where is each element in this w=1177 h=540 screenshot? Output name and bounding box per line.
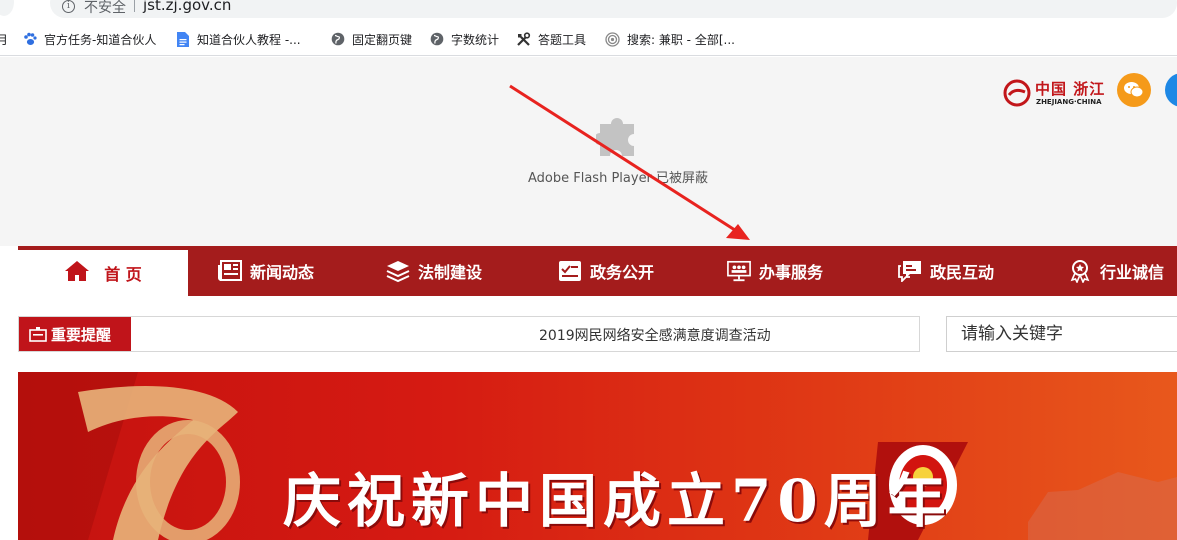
main-nav: 首 页 新闻动态 法制建设 政务公开 办事服务 政民互动 行业诚信: [18, 246, 1177, 296]
globe-icon: [330, 32, 345, 47]
notice-icon: [29, 326, 47, 342]
search-input[interactable]: [947, 317, 1177, 351]
notice-tag: 重要提醒: [19, 317, 131, 351]
zhejiang-logo[interactable]: 中国 浙江 ZHEJIANG·CHINA: [1000, 75, 1110, 111]
nav-home[interactable]: 首 页: [18, 250, 188, 296]
nav-item-services[interactable]: 办事服务: [727, 246, 823, 296]
home-icon: [64, 260, 90, 286]
important-notice: 重要提醒 2019网民网络安全感满意度调查活动: [18, 316, 920, 352]
weibo-icon[interactable]: [1165, 73, 1177, 107]
people-screen-icon: [727, 259, 751, 283]
newspaper-icon: [218, 259, 242, 283]
wechat-icon[interactable]: [1117, 73, 1151, 107]
logo-title: 中国 浙江: [1035, 80, 1106, 98]
back-button[interactable]: [0, 0, 14, 16]
flash-placeholder[interactable]: Adobe Flash Player 已被屏蔽 中国 浙江 ZHEJIANG·C…: [0, 57, 1177, 246]
bookmark-item[interactable]: 固定翻页键: [330, 30, 412, 48]
baidu-paw-icon: [22, 32, 37, 47]
globe-icon: [429, 32, 444, 47]
zhejiang-emblem-icon: [1003, 79, 1031, 107]
puzzle-icon: [594, 112, 642, 160]
nav-item-government[interactable]: 政务公开: [558, 246, 654, 296]
banner-title: 庆祝新中国成立70周年: [283, 467, 952, 535]
logo-subtitle: ZHEJIANG·CHINA: [1036, 98, 1102, 106]
tools-icon: [516, 31, 531, 47]
info-icon[interactable]: i: [62, 0, 75, 13]
bookmark-truncated[interactable]: 月: [0, 30, 8, 48]
nav-item-credit[interactable]: 行业诚信: [1068, 246, 1164, 296]
search-box: [946, 316, 1177, 352]
bookmark-item[interactable]: 答题工具: [516, 30, 586, 48]
checkbox-list-icon: [558, 259, 582, 283]
security-label: 不安全: [84, 0, 126, 16]
bookmark-item[interactable]: 搜索: 兼职 - 全部[...: [605, 30, 735, 48]
flash-blocked-message: Adobe Flash Player 已被屏蔽: [528, 171, 709, 186]
nav-item-legal[interactable]: 法制建设: [386, 246, 482, 296]
bookmarks-bar: 月 官方任务-知道合伙人 知道合伙人教程 -... 固定翻页键 字数统计 答题工…: [0, 22, 1177, 56]
chat-icon: [898, 259, 922, 283]
nav-item-news[interactable]: 新闻动态: [218, 246, 314, 296]
divider: [134, 0, 135, 12]
notice-link[interactable]: 2019网民网络安全感满意度调查活动: [539, 325, 771, 345]
bookmark-item[interactable]: 字数统计: [429, 30, 499, 48]
browser-address-bar: i 不安全 jst.zj.gov.cn: [0, 0, 1177, 22]
bookmark-item[interactable]: 知道合伙人教程 -...: [175, 30, 301, 48]
url-text[interactable]: jst.zj.gov.cn: [143, 0, 231, 14]
bookmark-item[interactable]: 官方任务-知道合伙人: [22, 30, 156, 48]
layers-icon: [386, 259, 410, 283]
banner[interactable]: 庆祝新中国成立70周年: [18, 372, 1177, 540]
award-icon: [1068, 259, 1092, 283]
nav-item-interaction[interactable]: 政民互动: [898, 246, 994, 296]
target-icon: [605, 31, 620, 47]
doc-icon: [175, 31, 190, 47]
